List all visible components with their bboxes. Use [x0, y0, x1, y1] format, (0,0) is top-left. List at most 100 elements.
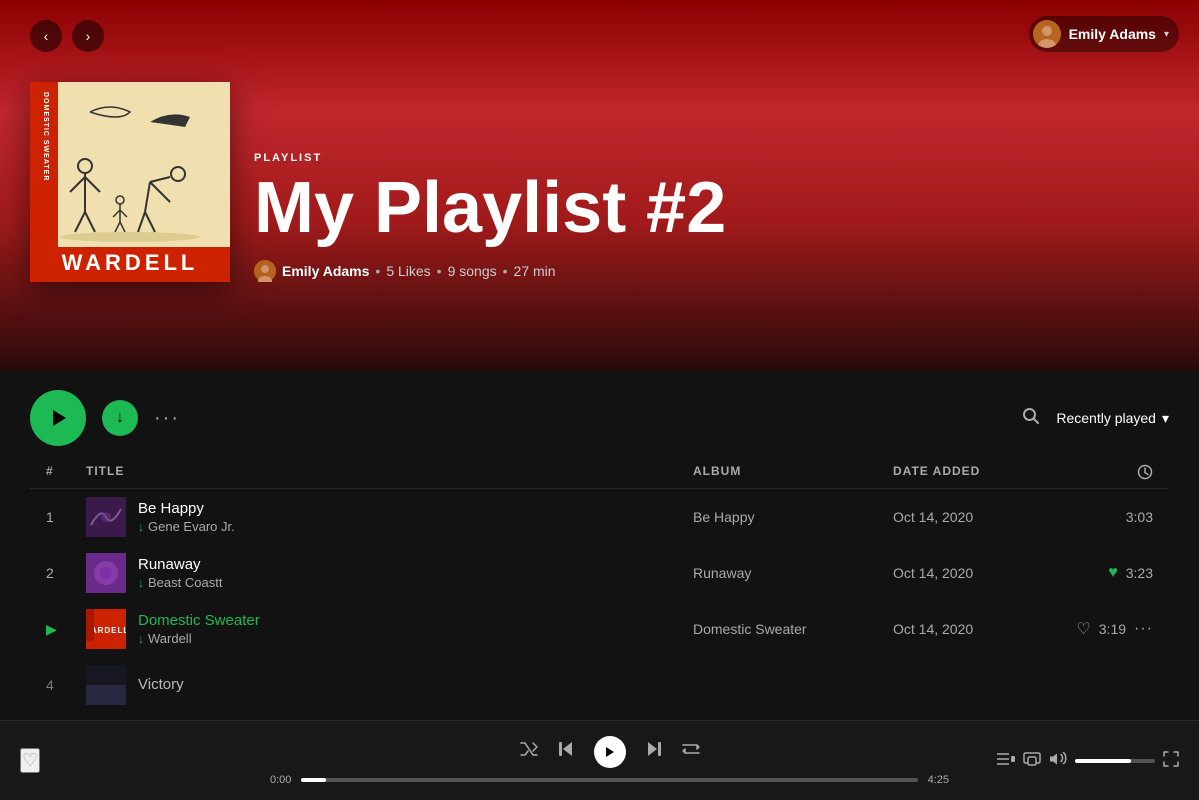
player-like-button[interactable]: ♡ — [20, 748, 40, 773]
track-artist: ↓ Beast Coastt — [138, 575, 222, 590]
forward-button[interactable]: › — [72, 20, 104, 52]
player-play-button[interactable] — [594, 736, 626, 768]
playlist-type-label: PLAYLIST — [254, 152, 1169, 164]
progress-fill — [301, 778, 326, 782]
liked-icon: ♥ — [1108, 564, 1118, 582]
search-icon — [1022, 407, 1040, 425]
player-controls — [520, 736, 700, 768]
track-artist: ↓ Gene Evaro Jr. — [138, 519, 235, 534]
playlist-info: DOMESTIC SWEATER — [30, 82, 1169, 282]
playlist-meta: Emily Adams • 5 Likes • 9 songs • 27 min — [254, 260, 1169, 282]
track-thumbnail — [86, 497, 126, 537]
meta-dot-3: • — [503, 263, 508, 279]
downloaded-icon: ↓ — [138, 576, 144, 590]
track-thumbnail: WARDELL — [86, 609, 126, 649]
meta-owner-name: Emily Adams — [282, 263, 369, 279]
playlist-cover: DOMESTIC SWEATER — [30, 82, 230, 282]
track-thumbnail — [86, 665, 126, 705]
cover-art: DOMESTIC SWEATER — [30, 82, 230, 282]
track-name-artist: Domestic Sweater ↓ Wardell — [138, 612, 260, 646]
progress-bar-container: 0:00 4:25 — [270, 774, 949, 786]
player-bar: ♡ — [0, 720, 1199, 800]
recently-played-button[interactable]: Recently played ▾ — [1056, 410, 1169, 427]
back-button[interactable]: ‹ — [30, 20, 62, 52]
track-name: Victory — [138, 676, 184, 693]
like-button[interactable]: ♡ — [1076, 619, 1090, 639]
shuffle-button[interactable] — [520, 742, 538, 761]
track-duration: ♡ 3:19 ··· — [1073, 619, 1153, 639]
track-table: # TITLE ALBUM DATE ADDED 1 — [0, 456, 1199, 713]
volume-bar[interactable] — [1075, 759, 1155, 763]
recently-played-chevron-icon: ▾ — [1162, 410, 1169, 427]
table-row[interactable]: 2 Runaway ↓ Beast Coastt Runaway Oct 14,… — [30, 545, 1169, 601]
download-icon: ↓ — [116, 409, 124, 427]
col-title: TITLE — [86, 464, 693, 480]
controls-right: Recently played ▾ — [1022, 407, 1169, 430]
player-right — [959, 751, 1179, 770]
track-date-added: Oct 14, 2020 — [893, 621, 1073, 637]
track-number: ▶ — [46, 621, 86, 638]
meta-dot-1: • — [375, 263, 380, 279]
download-button[interactable]: ↓ — [102, 400, 138, 436]
track-album: Domestic Sweater — [693, 621, 893, 637]
search-button[interactable] — [1022, 407, 1040, 430]
col-duration — [1073, 464, 1153, 480]
track-number: 1 — [46, 509, 86, 525]
table-header: # TITLE ALBUM DATE ADDED — [30, 456, 1169, 489]
track-name: Domestic Sweater — [138, 612, 260, 629]
meta-dot-2: • — [437, 263, 442, 279]
track-info: Victory — [86, 665, 693, 705]
chevron-down-icon: ▾ — [1164, 29, 1169, 40]
nav-buttons: ‹ › — [30, 20, 1169, 52]
current-time: 0:00 — [270, 774, 291, 786]
meta-avatar — [254, 260, 276, 282]
table-row[interactable]: 4 Victory — [30, 657, 1169, 713]
devices-button[interactable] — [1023, 752, 1041, 769]
track-album: Be Happy — [693, 509, 893, 525]
user-name-label: Emily Adams — [1069, 26, 1156, 42]
volume-fill — [1075, 759, 1131, 763]
track-name: Be Happy — [138, 500, 235, 517]
more-options-button[interactable]: ··· — [154, 407, 180, 430]
track-duration: 3:03 — [1073, 509, 1153, 525]
playlist-details: PLAYLIST My Playlist #2 Emily Adams • 5 … — [254, 152, 1169, 282]
track-duration: ♥ 3:23 — [1073, 564, 1153, 582]
play-button[interactable] — [30, 390, 86, 446]
next-button[interactable] — [646, 741, 662, 762]
recently-played-label: Recently played — [1056, 410, 1156, 426]
queue-button[interactable] — [997, 752, 1015, 769]
col-album: ALBUM — [693, 464, 893, 480]
hero-section: ‹ › Emily Adams ▾ — [0, 0, 1199, 370]
repeat-button[interactable] — [682, 742, 700, 761]
playlist-title: My Playlist #2 — [254, 172, 1169, 244]
track-info: WARDELL Domestic Sweater ↓ Wardell — [86, 609, 693, 649]
track-date-added: Oct 14, 2020 — [893, 565, 1073, 581]
table-row[interactable]: ▶ WARDELL Domestic Sweater ↓ Wardell Dom… — [30, 601, 1169, 657]
table-row[interactable]: 1 Be Happy ↓ Gene Evaro Jr. Be Happy Oct… — [30, 489, 1169, 545]
track-info: Runaway ↓ Beast Coastt — [86, 553, 693, 593]
track-date-added: Oct 14, 2020 — [893, 509, 1073, 525]
meta-likes: 5 Likes — [386, 263, 430, 279]
track-name-artist: Be Happy ↓ Gene Evaro Jr. — [138, 500, 235, 534]
col-num: # — [46, 464, 86, 480]
controls-bar: ↓ ··· Recently played ▾ — [0, 370, 1199, 456]
play-icon — [606, 747, 614, 757]
player-center: 0:00 4:25 — [270, 736, 949, 786]
track-name-artist: Runaway ↓ Beast Coastt — [138, 556, 222, 590]
user-profile[interactable]: Emily Adams ▾ — [1029, 16, 1179, 52]
volume-button[interactable] — [1049, 752, 1067, 769]
downloaded-icon: ↓ — [138, 520, 144, 534]
progress-bar[interactable] — [301, 778, 917, 782]
total-time: 4:25 — [928, 774, 949, 786]
downloaded-icon: ↓ — [138, 632, 144, 646]
track-number: 2 — [46, 565, 86, 581]
track-artist: ↓ Wardell — [138, 631, 260, 646]
fullscreen-button[interactable] — [1163, 751, 1179, 770]
previous-button[interactable] — [558, 741, 574, 762]
track-name-artist: Victory — [138, 676, 184, 695]
track-more-button[interactable]: ··· — [1134, 620, 1153, 638]
meta-duration: 27 min — [514, 263, 556, 279]
track-info: Be Happy ↓ Gene Evaro Jr. — [86, 497, 693, 537]
track-thumbnail — [86, 553, 126, 593]
svg-text:DOMESTIC SWEATER: DOMESTIC SWEATER — [42, 92, 49, 181]
